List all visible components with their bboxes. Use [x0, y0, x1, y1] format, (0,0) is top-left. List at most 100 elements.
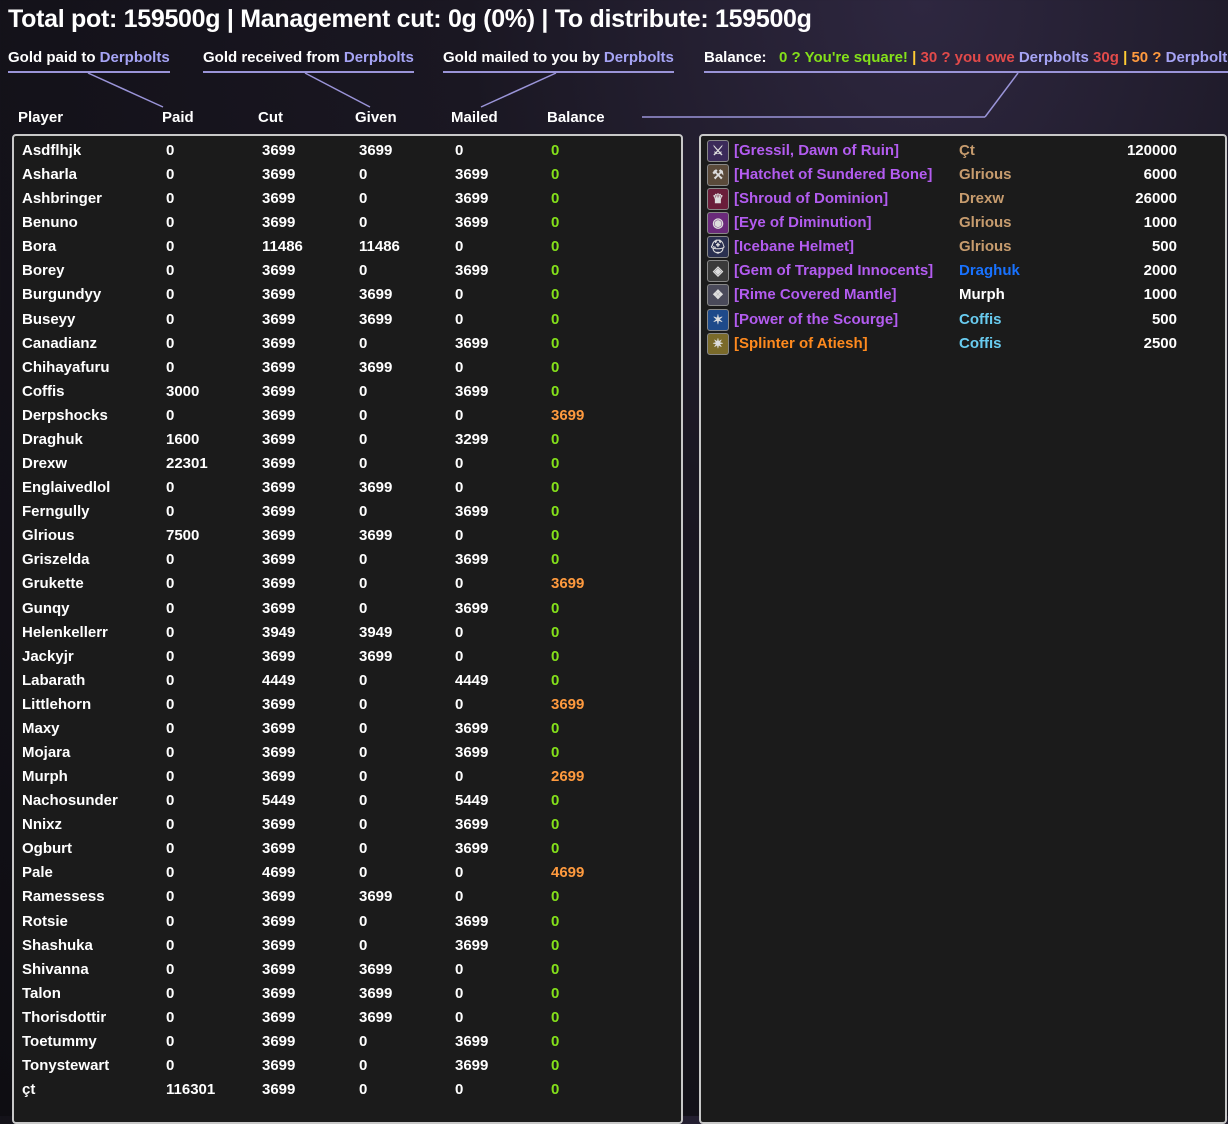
- given-value: 0: [359, 214, 368, 232]
- player-name: Murph: [22, 768, 68, 786]
- legend-owe: 30 ? you owe: [920, 49, 1019, 66]
- paid-value: 0: [166, 286, 175, 304]
- mantle-icon[interactable]: ❖: [707, 284, 729, 307]
- paid-value: 22301: [166, 455, 208, 473]
- player-name: Canadianz: [22, 334, 98, 352]
- balance-value: 0: [551, 262, 560, 280]
- sword-icon[interactable]: ⚔: [707, 140, 729, 162]
- cut-value: 3699: [262, 503, 296, 521]
- balance-value: 0: [551, 286, 560, 304]
- rune-icon[interactable]: ✶: [707, 308, 729, 331]
- legend-banker-name: Derpbolts: [99, 49, 170, 66]
- price-value: 2000: [1143, 262, 1177, 280]
- balance-value: 0: [551, 1032, 560, 1050]
- player-name: çt: [22, 1081, 36, 1099]
- cut-value: 3699: [262, 286, 296, 304]
- cut-value: 3699: [262, 310, 296, 328]
- balance-value: 0: [551, 623, 560, 641]
- given-value: 0: [359, 816, 368, 834]
- mailed-value: 3699: [455, 503, 489, 521]
- cut-value: 3699: [262, 166, 296, 184]
- mailed-value: 0: [455, 142, 464, 159]
- balance-value: 0: [551, 719, 560, 737]
- item-link[interactable]: [Hatchet of Sundered Bone]: [734, 163, 932, 187]
- mailed-value: 0: [455, 406, 464, 424]
- paid-value: 0: [166, 214, 175, 232]
- mailed-value: 3699: [455, 912, 489, 930]
- paid-value: 0: [166, 358, 175, 376]
- given-value: 3699: [359, 1008, 393, 1026]
- item-link[interactable]: [Gem of Trapped Innocents]: [734, 259, 933, 283]
- splinter-icon[interactable]: ✷: [707, 332, 729, 355]
- axe-icon[interactable]: ⚒: [707, 164, 729, 187]
- given-value: 0: [359, 768, 368, 786]
- column-header-balance: Balance: [547, 109, 605, 126]
- cut-value: 3699: [262, 1081, 296, 1099]
- item-link[interactable]: [Gressil, Dawn of Ruin]: [734, 139, 899, 163]
- balance-value: 0: [551, 984, 560, 1002]
- loot-list-panel[interactable]: ⚔ [Gressil, Dawn of Ruin] Çt 120000 ⚒ [Hatche…: [699, 134, 1227, 1124]
- legend-received-label: Gold received from: [203, 49, 344, 66]
- cut-value: 3699: [262, 768, 296, 786]
- item-link[interactable]: [Power of the Scourge]: [734, 308, 898, 332]
- balance-value: 0: [551, 190, 560, 208]
- given-value: 0: [359, 840, 368, 858]
- player-name: Nnixz: [22, 816, 63, 834]
- player-name: Griszelda: [22, 551, 90, 569]
- helmet-icon[interactable]: ⛑: [707, 236, 729, 259]
- balance-value: 0: [551, 744, 560, 761]
- cut-value: 3699: [262, 1032, 296, 1050]
- item-link[interactable]: [Eye of Diminution]: [734, 211, 872, 235]
- mailed-value: 3699: [455, 190, 489, 208]
- balance-value: 0: [551, 358, 560, 376]
- balance-value: 3699: [551, 406, 585, 424]
- given-value: 3949: [359, 623, 393, 641]
- balance-value: 0: [551, 503, 560, 521]
- players-table-panel[interactable]: Asdflhjk 0 3699 3699 0 0 Asharla 0 3699 0 3699 0 Ash…: [12, 134, 683, 1124]
- cut-value: 3699: [262, 936, 296, 954]
- legend-paid: Gold paid to Derpbolts: [8, 46, 170, 73]
- balance-value: 0: [551, 1057, 560, 1075]
- mailed-value: 3699: [455, 166, 489, 184]
- player-name: Rotsie: [22, 912, 68, 930]
- winner-name: Glrious: [959, 214, 1012, 232]
- item-link[interactable]: [Splinter of Atiesh]: [734, 332, 868, 356]
- player-name: Jackyjr: [22, 647, 74, 665]
- cloak-icon[interactable]: ♛: [707, 188, 729, 211]
- player-name: Bora: [22, 238, 57, 256]
- item-link[interactable]: [Icebane Helmet]: [734, 235, 854, 259]
- cut-value: 3699: [262, 960, 296, 978]
- paid-value: 0: [166, 599, 175, 617]
- item-link[interactable]: [Rime Covered Mantle]: [734, 283, 897, 307]
- cut-value: 3699: [262, 575, 296, 593]
- column-header-player: Player: [18, 109, 64, 126]
- given-value: 0: [359, 912, 368, 930]
- cut-value: 3949: [262, 623, 296, 641]
- paid-value: 0: [166, 1057, 175, 1075]
- cut-value: 3699: [262, 142, 296, 159]
- eye-icon[interactable]: ◉: [707, 212, 729, 235]
- mailed-value: 5449: [455, 792, 489, 810]
- column-header-cut: Cut: [258, 109, 283, 126]
- legend-banker-name: Derpbolts: [603, 49, 674, 66]
- legend-owe-amount: 30g: [1093, 49, 1119, 66]
- paid-value: 0: [166, 792, 175, 810]
- player-name: Englaivedlol: [22, 479, 111, 497]
- price-value: 500: [1151, 310, 1177, 328]
- balance-value: 0: [551, 455, 560, 473]
- given-value: 0: [359, 1057, 368, 1075]
- item-link[interactable]: [Shroud of Dominion]: [734, 187, 888, 211]
- gem-icon[interactable]: ◈: [707, 260, 729, 283]
- given-value: 0: [359, 406, 368, 424]
- paid-value: 0: [166, 984, 175, 1002]
- balance-value: 0: [551, 430, 560, 448]
- paid-value: 0: [166, 166, 175, 184]
- winner-name: Çt: [959, 142, 975, 159]
- mailed-value: 3699: [455, 262, 489, 280]
- paid-value: 0: [166, 647, 175, 665]
- winner-name: Drexw: [959, 190, 1005, 208]
- given-value: 3699: [359, 647, 393, 665]
- legend-mailed: Gold mailed to you by Derpbolts: [443, 46, 674, 73]
- player-name: Nachosunder: [22, 792, 118, 810]
- player-name: Glrious: [22, 527, 75, 545]
